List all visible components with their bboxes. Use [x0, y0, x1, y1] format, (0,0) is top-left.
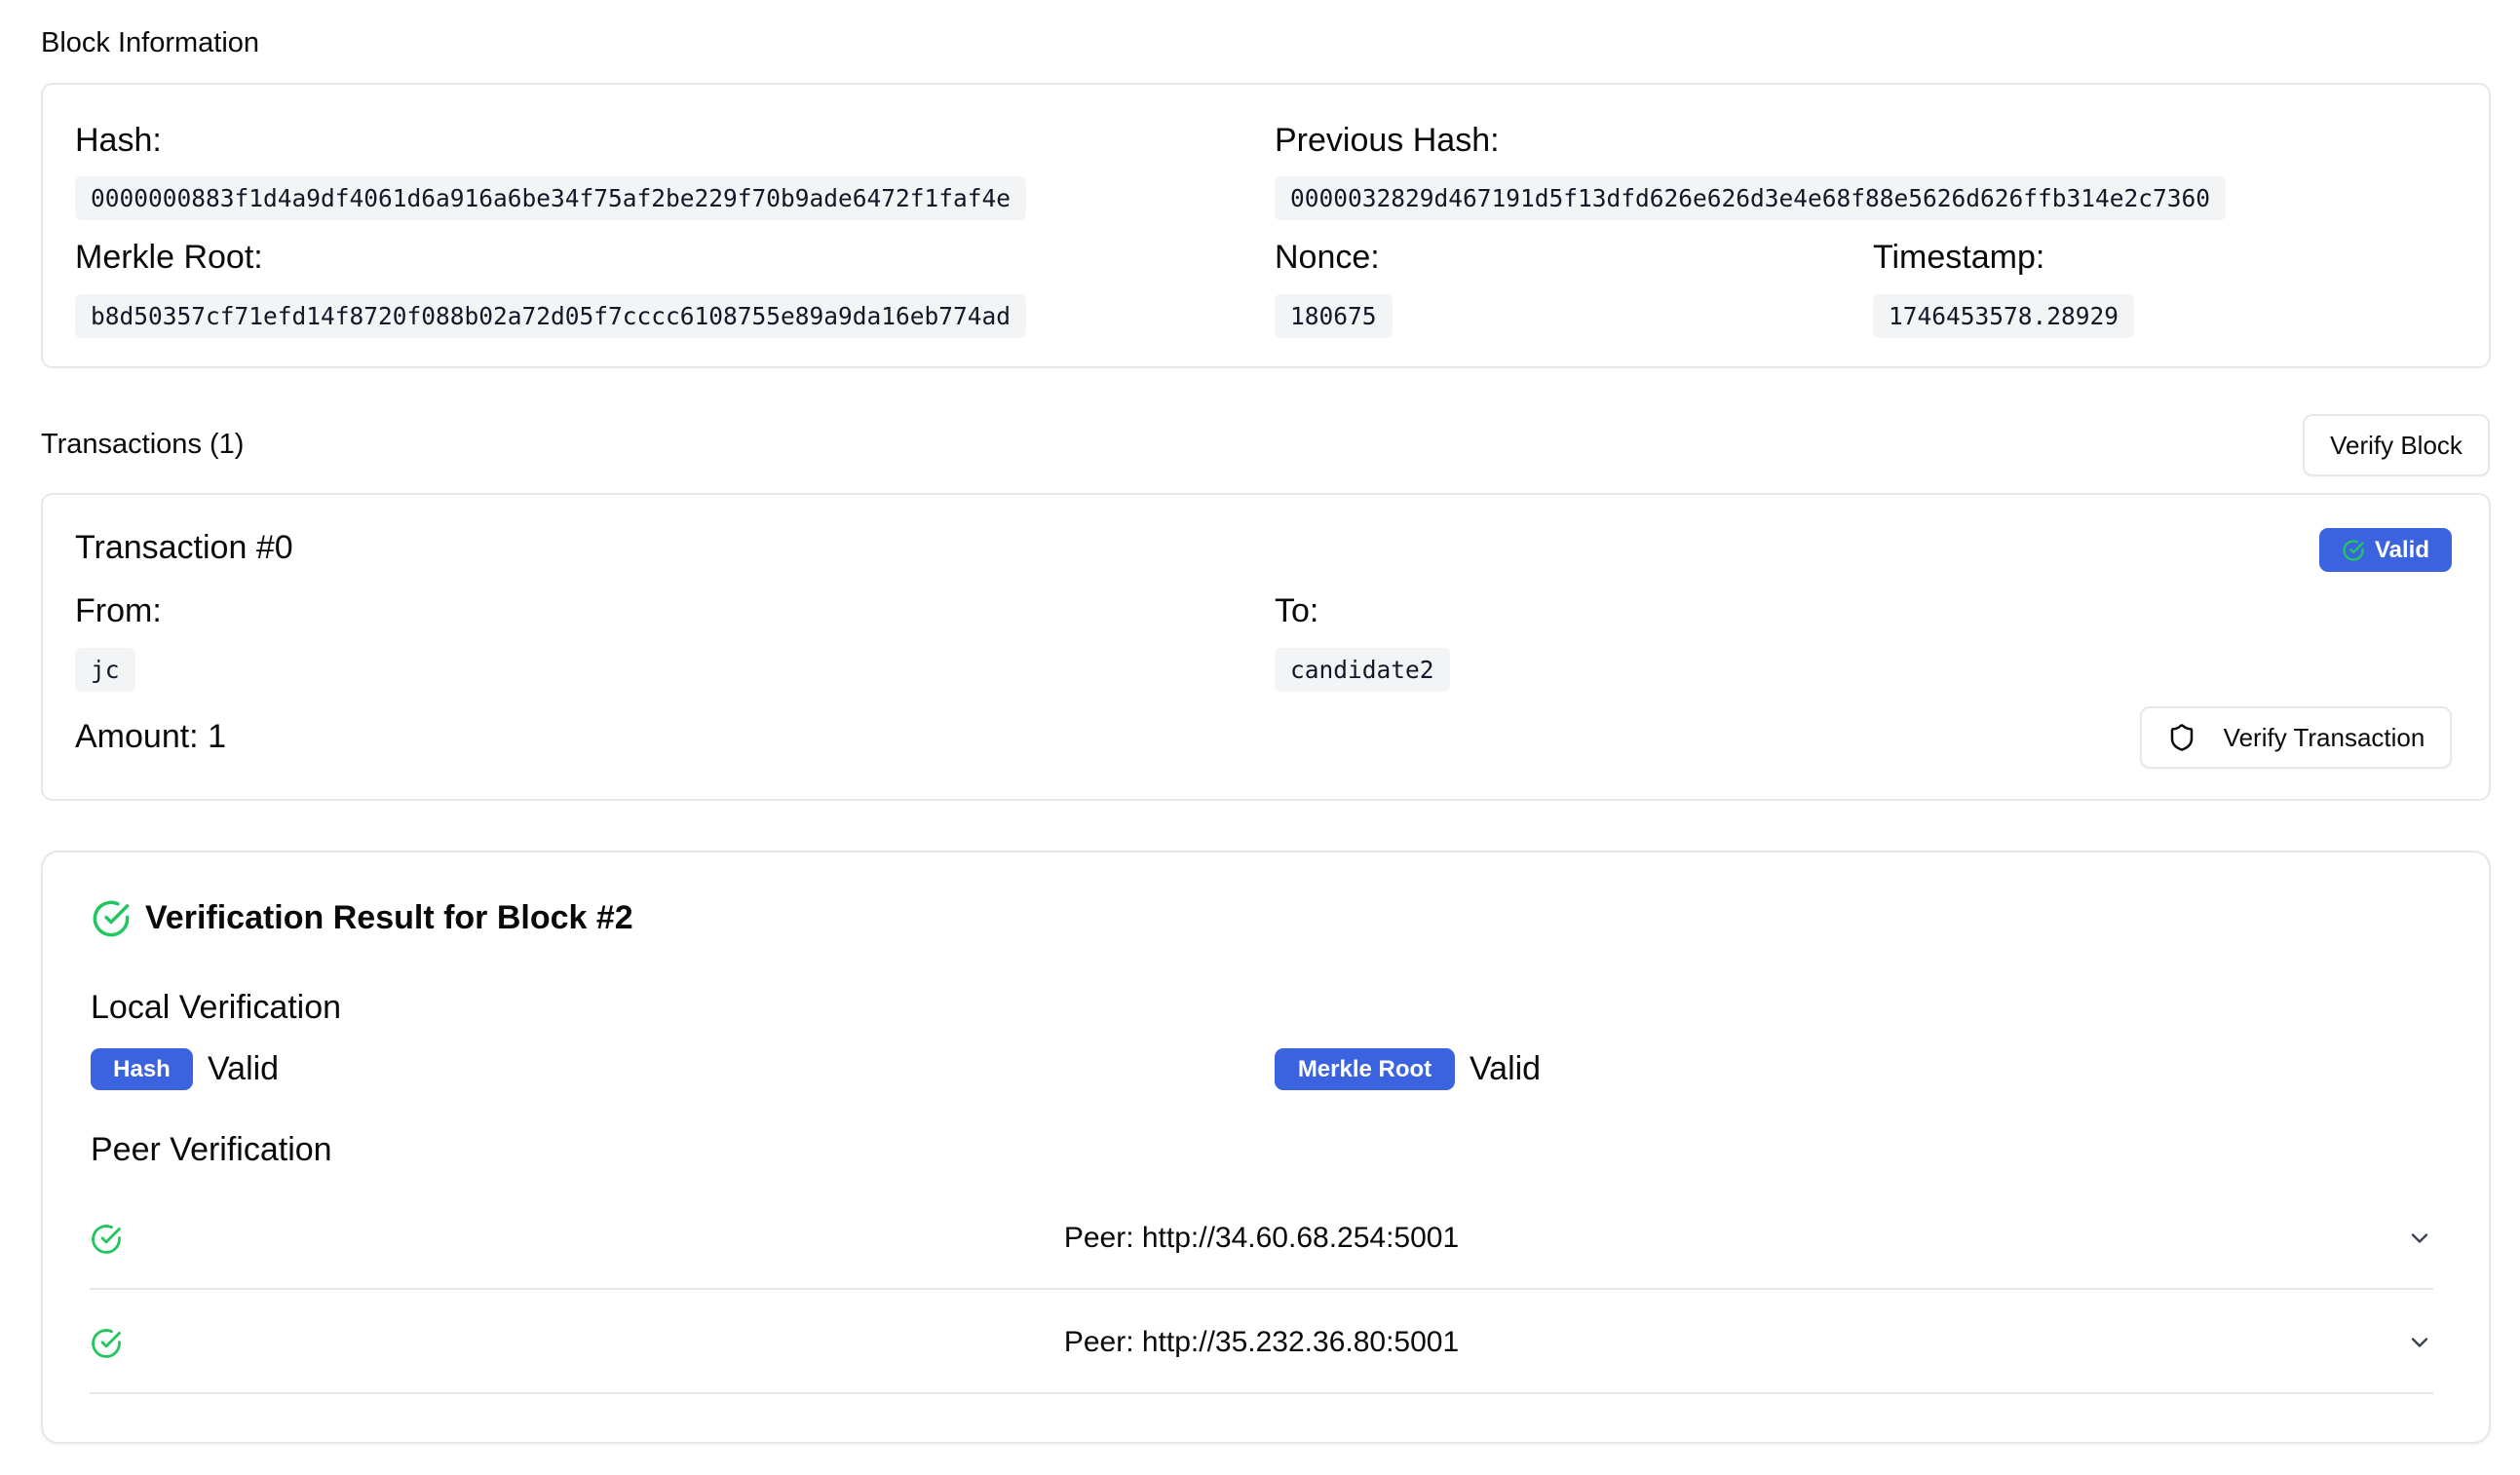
peer-row[interactable]: Peer: http://34.60.68.254:5001 — [90, 1187, 2433, 1290]
transactions-title: Transactions (1) — [41, 429, 245, 460]
merkle-root-value: b8d50357cf71efd14f8720f088b02a72d05f7ccc… — [75, 294, 1027, 338]
to-value: candidate2 — [1275, 648, 1450, 692]
check-circle-icon — [91, 898, 132, 939]
merkle-root-badge: Merkle Root — [1275, 1048, 1455, 1090]
chevron-down-icon[interactable] — [2406, 1329, 2433, 1356]
local-verification-title: Local Verification — [91, 989, 342, 1026]
nonce-value: 180675 — [1275, 294, 1393, 338]
merkle-root-label: Merkle Root: — [75, 239, 263, 276]
block-info-card: Hash: 0000000883f1d4a9df4061d6a916a6be34… — [41, 83, 2491, 368]
timestamp-value: 1746453578.28929 — [1873, 294, 2135, 338]
merkle-root-status: Valid — [1470, 1050, 1542, 1087]
block-detail-page: Block Information Hash: 0000000883f1d4a9… — [0, 0, 2520, 1475]
from-label: From: — [75, 592, 162, 629]
to-label: To: — [1275, 592, 1319, 629]
transaction-status-badge: Valid — [2319, 528, 2452, 572]
transaction-card: Transaction #0 Valid From: jc To: candid… — [41, 493, 2491, 801]
hash-label: Hash: — [75, 122, 162, 159]
verify-block-button[interactable]: Verify Block — [2303, 414, 2490, 476]
peer-verification-title: Peer Verification — [91, 1131, 332, 1168]
amount-label: Amount: 1 — [75, 718, 226, 755]
merkle-root-badge-label: Merkle Root — [1297, 1055, 1432, 1082]
previous-hash-value: 0000032829d467191d5f13dfd626e626d3e4e68f… — [1275, 176, 2227, 220]
verification-title: Verification Result for Block #2 — [145, 899, 633, 936]
peer-label: Peer: http://35.232.36.80:5001 — [1063, 1326, 1460, 1358]
peer-row[interactable]: Peer: http://35.232.36.80:5001 — [90, 1291, 2433, 1394]
hash-badge-label: Hash — [113, 1055, 171, 1082]
from-value: jc — [75, 648, 135, 692]
verify-transaction-button[interactable]: Verify Transaction — [2140, 706, 2452, 769]
chevron-down-icon[interactable] — [2406, 1225, 2433, 1252]
timestamp-label: Timestamp: — [1873, 239, 2045, 276]
transaction-status-label: Valid — [2374, 536, 2430, 563]
verify-transaction-label: Verify Transaction — [2223, 722, 2425, 752]
previous-hash-label: Previous Hash: — [1275, 122, 1500, 159]
shield-icon — [2167, 723, 2196, 752]
check-circle-icon — [2342, 539, 2365, 562]
block-info-title: Block Information — [41, 27, 260, 58]
nonce-label: Nonce: — [1275, 239, 1380, 276]
hash-value: 0000000883f1d4a9df4061d6a916a6be34f75af2… — [75, 176, 1027, 220]
transaction-title: Transaction #0 — [75, 529, 293, 566]
hash-status: Valid — [208, 1050, 280, 1087]
verify-block-label: Verify Block — [2330, 430, 2463, 460]
hash-badge: Hash — [91, 1048, 193, 1090]
peer-label: Peer: http://34.60.68.254:5001 — [1063, 1222, 1460, 1254]
